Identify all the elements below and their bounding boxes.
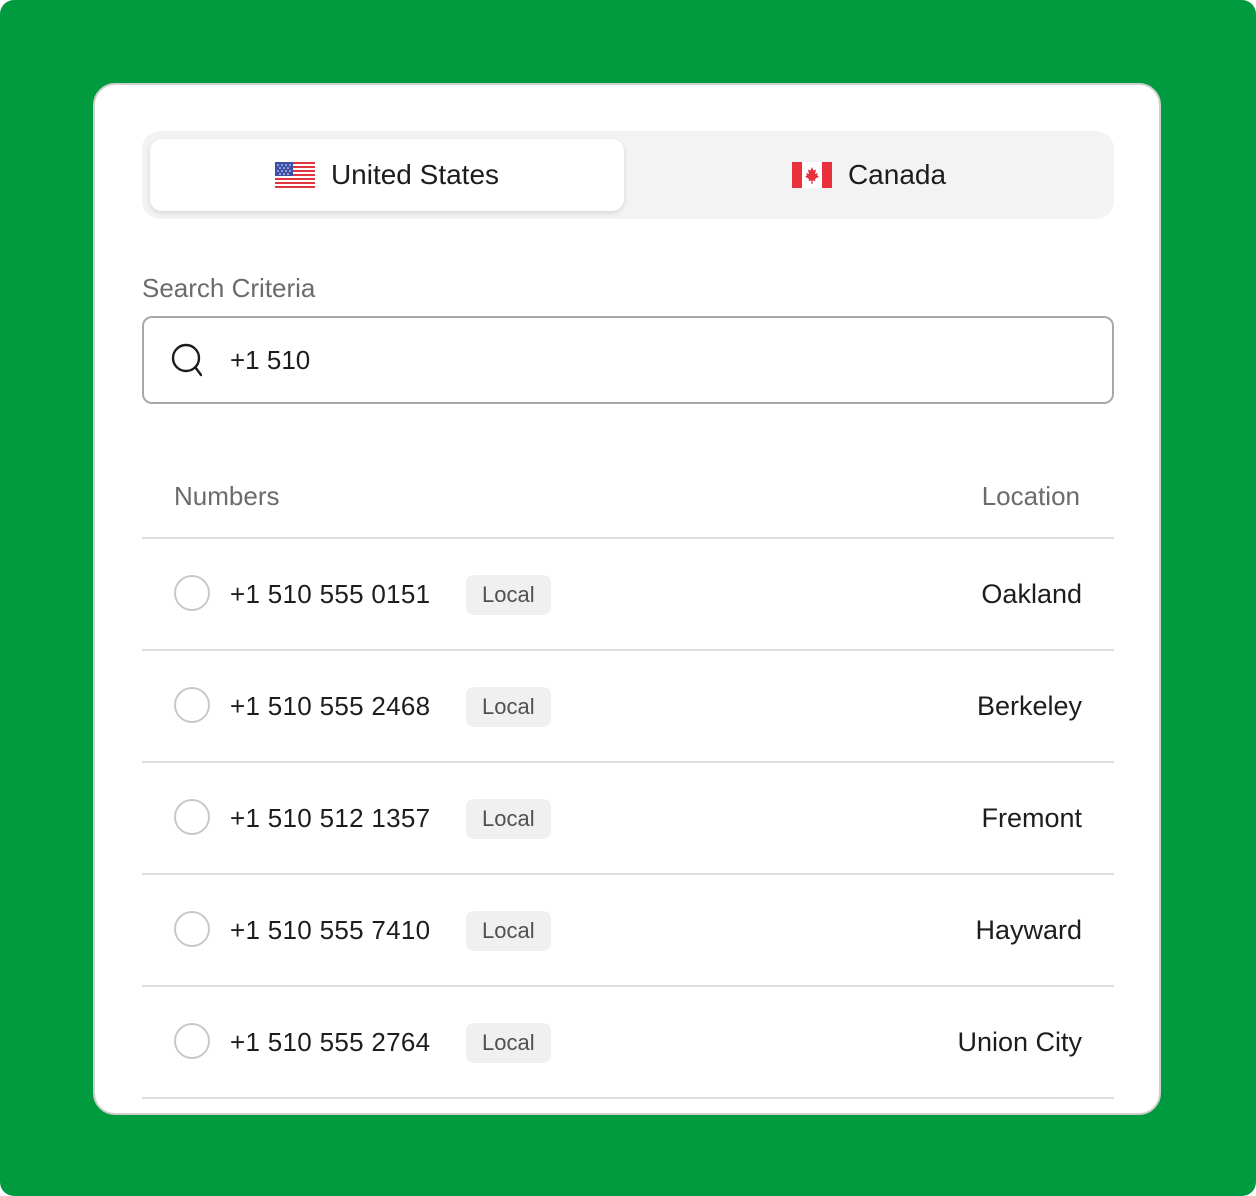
radio-button[interactable] [174,687,210,723]
table-row[interactable]: +1 510 512 1357 Local Fremont [142,763,1114,875]
radio-button[interactable] [174,911,210,947]
number-picker-card: United States Canada Search Criteria +1 … [93,83,1161,1115]
radio-button[interactable] [174,1023,210,1059]
search-field[interactable] [142,316,1114,404]
phone-number: +1 510 555 2764 [230,1027,431,1057]
canada-flag-icon [791,162,832,188]
column-header-numbers: Numbers [174,481,280,511]
type-badge: Local [466,575,551,615]
tab-canada-label: Canada [847,159,947,190]
phone-number: +1 510 555 2468 [230,691,431,721]
location: Hayward [975,915,1082,945]
table-row[interactable]: +1 510 555 2468 Local Berkeley [142,651,1114,763]
phone-number: +1 510 555 7410 [230,915,431,945]
table-row[interactable]: +1 510 555 7410 Local Hayward [142,875,1114,987]
background-frame: United States Canada Search Criteria +1 … [0,0,1256,1196]
location: Berkeley [976,691,1082,721]
type-badge: Local [466,687,551,727]
location: Fremont [981,803,1082,833]
us-flag-icon [274,162,315,188]
tab-united-states-label: United States [330,159,500,190]
type-badge: Local [466,911,551,951]
table-row[interactable]: +1 510 555 0151 Local Oakland [142,539,1114,651]
search-icon [171,343,203,377]
radio-button[interactable] [174,575,210,611]
table-row[interactable]: +1 510 555 2764 Local Union City [142,987,1114,1099]
tab-united-states[interactable]: United States [150,139,624,211]
table-header: Numbers Location [142,453,1114,539]
location: Union City [957,1027,1082,1057]
type-badge: Local [466,799,551,839]
type-badge: Local [466,1023,551,1063]
radio-button[interactable] [174,799,210,835]
search-input[interactable] [228,343,1032,377]
column-header-location: Location [981,481,1080,511]
phone-number: +1 510 512 1357 [230,803,431,833]
tab-canada[interactable]: Canada [632,139,1106,211]
search-criteria-label: Search Criteria [142,273,316,303]
country-selector: United States Canada [142,131,1114,219]
location: Oakland [981,579,1082,609]
phone-number: +1 510 555 0151 [230,579,431,609]
number-list: +1 510 555 0151 Local Oakland +1 510 555… [142,539,1114,1099]
